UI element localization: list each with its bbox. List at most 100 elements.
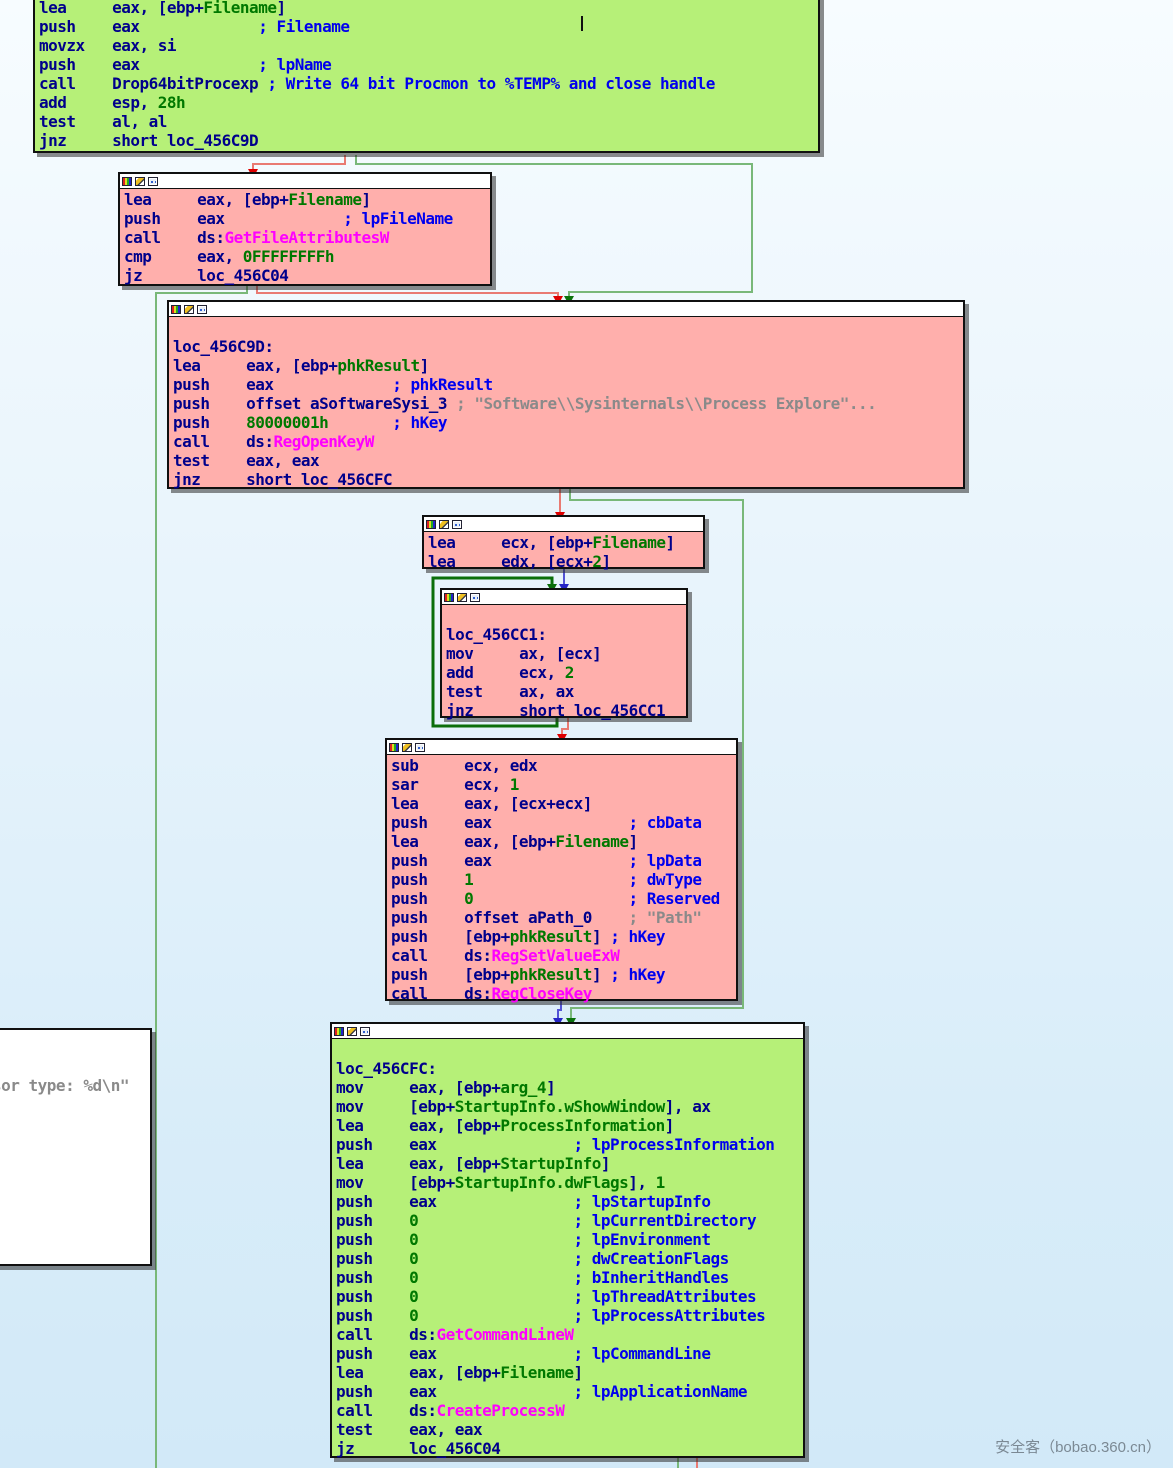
code-line[interactable]: call ds:GetCommandLineW bbox=[336, 1325, 799, 1344]
node-titlebar[interactable] bbox=[120, 174, 490, 189]
code-line[interactable]: push 0 ; lpThreadAttributes bbox=[336, 1287, 799, 1306]
node-color-icon[interactable] bbox=[426, 520, 436, 529]
code-line[interactable]: push 1 ; dwType bbox=[391, 870, 732, 889]
node-titlebar[interactable] bbox=[387, 740, 736, 755]
code-line[interactable]: lea edx, [ecx+2] bbox=[428, 552, 699, 571]
code-line[interactable]: mov [ebp+StartupInfo.wShowWindow], ax bbox=[336, 1097, 799, 1116]
code-line[interactable]: sor type: %d\n" bbox=[0, 1076, 146, 1095]
node-edit-icon[interactable] bbox=[184, 305, 194, 314]
code-line[interactable]: test eax, eax bbox=[336, 1420, 799, 1439]
code-line[interactable]: lea eax, [ebp+StartupInfo] bbox=[336, 1154, 799, 1173]
code-line[interactable]: push 0 ; lpCurrentDirectory bbox=[336, 1211, 799, 1230]
code-line[interactable]: lea ecx, [ebp+Filename] bbox=[428, 533, 699, 552]
basic-block-lea-filename-ptr[interactable]: lea ecx, [ebp+Filename]lea edx, [ecx+2] bbox=[422, 515, 705, 569]
code-line[interactable]: push eax ; cbData bbox=[391, 813, 732, 832]
code-line[interactable]: call Drop64bitProcexp ; Write 64 bit Pro… bbox=[39, 74, 814, 93]
code-line[interactable]: call ds:GetFileAttributesW bbox=[124, 228, 486, 247]
code-line[interactable]: push 0 ; dwCreationFlags bbox=[336, 1249, 799, 1268]
code-line[interactable]: push eax ; lpName bbox=[39, 55, 814, 74]
node-color-icon[interactable] bbox=[171, 305, 181, 314]
code-line[interactable]: lea eax, [ebp+Filename] bbox=[39, 0, 814, 17]
node-titlebar[interactable] bbox=[442, 590, 686, 605]
code-line[interactable]: push eax ; phkResult bbox=[173, 375, 959, 394]
code-line[interactable]: jnz short loc_456CFC bbox=[173, 470, 959, 489]
code-line[interactable]: add ecx, 2 bbox=[446, 663, 682, 682]
basic-block-loc_456CC1-strlen-loop[interactable]: loc_456CC1:mov ax, [ecx]add ecx, 2test a… bbox=[440, 588, 688, 718]
code-line[interactable]: call ds:CreateProcessW bbox=[336, 1401, 799, 1420]
node-edit-icon[interactable] bbox=[135, 177, 145, 186]
basic-block-drop64bit-entry[interactable]: lea eax, [ebp+Filename]push eax ; Filena… bbox=[33, 0, 820, 153]
basic-block-regsetvalue[interactable]: sub ecx, edxsar ecx, 1lea eax, [ecx+ecx]… bbox=[385, 738, 738, 1001]
node-color-icon[interactable] bbox=[389, 743, 399, 752]
code-line[interactable]: jnz short loc_456CC1 bbox=[446, 701, 682, 720]
code-line[interactable]: loc_456CFC: bbox=[336, 1059, 799, 1078]
node-group-icon[interactable] bbox=[415, 743, 425, 752]
code-line[interactable]: jz loc_456C04 bbox=[336, 1439, 799, 1458]
basic-block-partial-processor-type[interactable]: sor type: %d\n" bbox=[0, 1028, 152, 1266]
node-edit-icon[interactable] bbox=[402, 743, 412, 752]
code-line[interactable]: push [ebp+phkResult] ; hKey bbox=[391, 927, 732, 946]
code-line[interactable]: push 0 ; lpEnvironment bbox=[336, 1230, 799, 1249]
node-group-icon[interactable] bbox=[148, 177, 158, 186]
node-group-icon[interactable] bbox=[197, 305, 207, 314]
node-color-icon[interactable] bbox=[122, 177, 132, 186]
basic-block-loc_456CFC-createprocess[interactable]: loc_456CFC:mov eax, [ebp+arg_4]mov [ebp+… bbox=[330, 1022, 805, 1458]
code-line[interactable]: test eax, eax bbox=[173, 451, 959, 470]
code-line[interactable]: push eax ; lpApplicationName bbox=[336, 1382, 799, 1401]
node-edit-icon[interactable] bbox=[347, 1027, 357, 1036]
node-group-icon[interactable] bbox=[470, 593, 480, 602]
code-line[interactable]: push eax ; lpData bbox=[391, 851, 732, 870]
code-segment: push offset aPath_0 bbox=[391, 908, 628, 927]
basic-block-getfileattributes[interactable]: lea eax, [ebp+Filename]push eax ; lpFile… bbox=[118, 172, 492, 286]
code-segment: ; lpData bbox=[628, 851, 701, 870]
code-line[interactable]: push 0 ; bInheritHandles bbox=[336, 1268, 799, 1287]
code-line[interactable]: lea eax, [ebp+phkResult] bbox=[173, 356, 959, 375]
node-color-icon[interactable] bbox=[334, 1027, 344, 1036]
code-line[interactable]: push 0 ; Reserved bbox=[391, 889, 732, 908]
code-line[interactable]: push offset aSoftwareSysi_3 ; "Software\… bbox=[173, 394, 959, 413]
code-line[interactable]: lea eax, [ebp+ProcessInformation] bbox=[336, 1116, 799, 1135]
node-edit-icon[interactable] bbox=[457, 593, 467, 602]
code-line[interactable]: push eax ; lpFileName bbox=[124, 209, 486, 228]
code-line[interactable]: mov [ebp+StartupInfo.dwFlags], 1 bbox=[336, 1173, 799, 1192]
node-color-icon[interactable] bbox=[444, 593, 454, 602]
code-line[interactable]: cmp eax, 0FFFFFFFFh bbox=[124, 247, 486, 266]
code-line[interactable]: push [ebp+phkResult] ; hKey bbox=[391, 965, 732, 984]
node-titlebar[interactable] bbox=[332, 1024, 803, 1039]
code-line[interactable]: push 0 ; lpProcessAttributes bbox=[336, 1306, 799, 1325]
code-line[interactable]: movzx eax, si bbox=[39, 36, 814, 55]
code-line[interactable] bbox=[173, 318, 959, 337]
code-line[interactable]: lea eax, [ecx+ecx] bbox=[391, 794, 732, 813]
node-edit-icon[interactable] bbox=[439, 520, 449, 529]
basic-block-loc_456C9D-regopenkey[interactable]: loc_456C9D:lea eax, [ebp+phkResult]push … bbox=[167, 300, 965, 489]
code-line[interactable]: test ax, ax bbox=[446, 682, 682, 701]
code-line[interactable]: push 80000001h ; hKey bbox=[173, 413, 959, 432]
code-line[interactable]: loc_456CC1: bbox=[446, 625, 682, 644]
node-titlebar[interactable] bbox=[424, 517, 703, 532]
code-line[interactable]: lea eax, [ebp+Filename] bbox=[336, 1363, 799, 1382]
code-line[interactable] bbox=[336, 1040, 799, 1059]
node-group-icon[interactable] bbox=[452, 520, 462, 529]
node-titlebar[interactable] bbox=[169, 302, 963, 317]
code-line[interactable]: call ds:RegSetValueExW bbox=[391, 946, 732, 965]
code-line[interactable]: push offset aPath_0 ; "Path" bbox=[391, 908, 732, 927]
code-line[interactable]: call ds:RegCloseKey bbox=[391, 984, 732, 1003]
code-line[interactable]: test al, al bbox=[39, 112, 814, 131]
code-line[interactable]: lea eax, [ebp+Filename] bbox=[124, 190, 486, 209]
node-group-icon[interactable] bbox=[360, 1027, 370, 1036]
code-line[interactable]: lea eax, [ebp+Filename] bbox=[391, 832, 732, 851]
code-line[interactable]: push eax ; lpCommandLine bbox=[336, 1344, 799, 1363]
code-line[interactable] bbox=[446, 606, 682, 625]
code-line[interactable]: loc_456C9D: bbox=[173, 337, 959, 356]
code-line[interactable]: add esp, 28h bbox=[39, 93, 814, 112]
code-line[interactable]: sub ecx, edx bbox=[391, 756, 732, 775]
code-line[interactable]: call ds:RegOpenKeyW bbox=[173, 432, 959, 451]
code-line[interactable]: sar ecx, 1 bbox=[391, 775, 732, 794]
code-line[interactable]: jz loc_456C04 bbox=[124, 266, 486, 285]
code-line[interactable]: push eax ; Filename bbox=[39, 17, 814, 36]
code-line[interactable]: mov eax, [ebp+arg_4] bbox=[336, 1078, 799, 1097]
code-line[interactable]: jnz short loc_456C9D bbox=[39, 131, 814, 150]
code-line[interactable]: push eax ; lpStartupInfo bbox=[336, 1192, 799, 1211]
code-line[interactable]: push eax ; lpProcessInformation bbox=[336, 1135, 799, 1154]
code-line[interactable]: mov ax, [ecx] bbox=[446, 644, 682, 663]
